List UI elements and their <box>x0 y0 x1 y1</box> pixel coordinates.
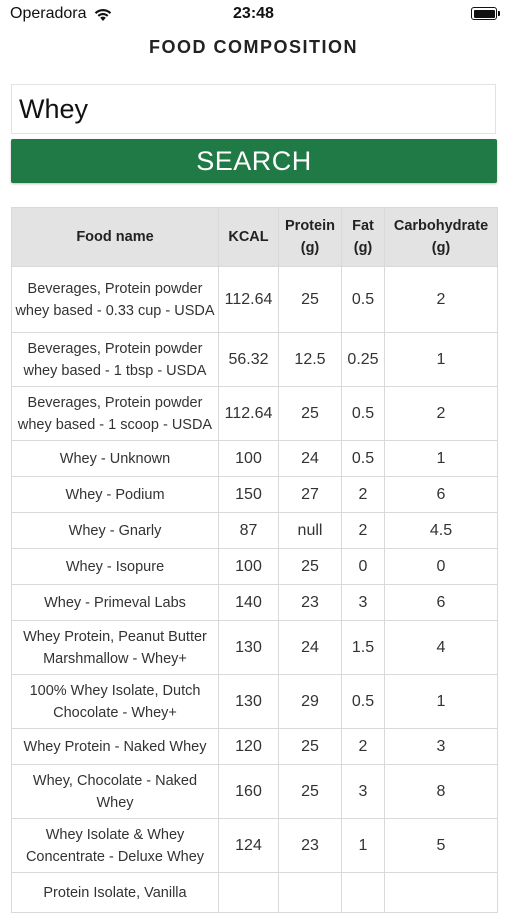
protein-cell: 23 <box>278 584 342 621</box>
protein-cell: null <box>278 512 342 549</box>
fat-cell: 0.5 <box>341 674 385 729</box>
kcal-cell: 112.64 <box>218 266 279 333</box>
protein-cell: 24 <box>278 620 342 675</box>
table-row[interactable]: Beverages, Protein powder whey based - 0… <box>11 266 498 333</box>
kcal-cell: 87 <box>218 512 279 549</box>
food-name-cell: Whey - Primeval Labs <box>11 584 219 621</box>
carbohydrate-cell <box>384 872 498 913</box>
kcal-cell: 160 <box>218 764 279 819</box>
kcal-cell: 100 <box>218 548 279 585</box>
kcal-cell: 120 <box>218 728 279 765</box>
food-name-cell: Whey - Isopure <box>11 548 219 585</box>
fat-cell: 1.5 <box>341 620 385 675</box>
carbohydrate-cell: 6 <box>384 476 498 513</box>
food-name-cell: Whey Isolate & Whey Concentrate - Deluxe… <box>11 818 219 873</box>
food-name-cell: Whey Protein - Naked Whey <box>11 728 219 765</box>
page-title: FOOD COMPOSITION <box>148 37 358 57</box>
food-name-cell: Beverages, Protein powder whey based - 1… <box>11 332 219 387</box>
table-row[interactable]: Whey Protein, Peanut Butter Marshmallow … <box>11 620 498 675</box>
carbohydrate-cell: 6 <box>384 584 498 621</box>
carbohydrate-cell: 1 <box>384 332 498 387</box>
table-row[interactable]: Protein Isolate, Vanilla <box>11 872 498 913</box>
carbohydrate-cell: 1 <box>384 440 498 477</box>
search-input[interactable] <box>11 84 496 134</box>
fat-cell: 2 <box>341 512 385 549</box>
table-row[interactable]: Whey Isolate & Whey Concentrate - Deluxe… <box>11 818 498 873</box>
food-name-cell: Whey - Gnarly <box>11 512 219 549</box>
carbohydrate-cell: 3 <box>384 728 498 765</box>
carbohydrate-cell: 2 <box>384 266 498 333</box>
column-header-fat[interactable]: Fat (g) <box>341 207 385 267</box>
protein-cell: 25 <box>278 728 342 765</box>
carbohydrate-cell: 8 <box>384 764 498 819</box>
column-header-kcal[interactable]: KCAL <box>218 207 279 267</box>
table-row[interactable]: Whey - Primeval Labs 140 23 3 6 <box>11 584 498 621</box>
fat-cell <box>341 872 385 913</box>
protein-cell <box>278 872 342 913</box>
food-name-cell: Whey - Podium <box>11 476 219 513</box>
carbohydrate-cell: 5 <box>384 818 498 873</box>
fat-cell: 3 <box>341 764 385 819</box>
protein-cell: 23 <box>278 818 342 873</box>
carbohydrate-cell: 4.5 <box>384 512 498 549</box>
kcal-cell: 56.32 <box>218 332 279 387</box>
table-row[interactable]: Whey - Unknown 100 24 0.5 1 <box>11 440 498 477</box>
table-row[interactable]: Whey Protein - Naked Whey 120 25 2 3 <box>11 728 498 765</box>
protein-cell: 25 <box>278 266 342 333</box>
fat-cell: 2 <box>341 476 385 513</box>
carbohydrate-cell: 4 <box>384 620 498 675</box>
food-name-cell: Protein Isolate, Vanilla <box>11 872 219 913</box>
status-bar: Operadora 23:48 <box>0 0 507 28</box>
food-name-cell: Beverages, Protein powder whey based - 0… <box>11 266 219 333</box>
table-row[interactable]: Whey, Chocolate - Naked Whey 160 25 3 8 <box>11 764 498 819</box>
status-time: 23:48 <box>233 5 274 22</box>
column-header-carbohydrate[interactable]: Carbohydrate (g) <box>384 207 498 267</box>
column-header-protein[interactable]: Protein (g) <box>278 207 342 267</box>
table-row[interactable]: Whey - Gnarly 87 null 2 4.5 <box>11 512 498 549</box>
table-row[interactable]: 100% Whey Isolate, Dutch Chocolate - Whe… <box>11 674 498 729</box>
search-button[interactable]: SEARCH <box>11 139 497 183</box>
fat-cell: 0.5 <box>341 266 385 333</box>
food-name-cell: 100% Whey Isolate, Dutch Chocolate - Whe… <box>11 674 219 729</box>
fat-cell: 0.25 <box>341 332 385 387</box>
fat-cell: 0.5 <box>341 440 385 477</box>
table-row[interactable]: Whey - Isopure 100 25 0 0 <box>11 548 498 585</box>
food-name-cell: Beverages, Protein powder whey based - 1… <box>11 386 219 441</box>
protein-cell: 27 <box>278 476 342 513</box>
carbohydrate-cell: 1 <box>384 674 498 729</box>
protein-cell: 25 <box>278 548 342 585</box>
results-table: Food name KCAL Protein (g) Fat (g) Carbo… <box>11 207 498 913</box>
protein-cell: 25 <box>278 386 342 441</box>
fat-cell: 1 <box>341 818 385 873</box>
kcal-cell: 140 <box>218 584 279 621</box>
carbohydrate-cell: 2 <box>384 386 498 441</box>
food-name-cell: Whey, Chocolate - Naked Whey <box>11 764 219 819</box>
table-row[interactable]: Whey - Podium 150 27 2 6 <box>11 476 498 513</box>
fat-cell: 0 <box>341 548 385 585</box>
battery-icon <box>471 7 500 20</box>
column-header-food-name[interactable]: Food name <box>11 207 219 267</box>
kcal-cell: 150 <box>218 476 279 513</box>
kcal-cell: 100 <box>218 440 279 477</box>
fat-cell: 2 <box>341 728 385 765</box>
kcal-cell: 130 <box>218 674 279 729</box>
protein-cell: 29 <box>278 674 342 729</box>
table-row[interactable]: Beverages, Protein powder whey based - 1… <box>11 332 498 387</box>
protein-cell: 12.5 <box>278 332 342 387</box>
protein-cell: 24 <box>278 440 342 477</box>
table-row[interactable]: Beverages, Protein powder whey based - 1… <box>11 386 498 441</box>
kcal-cell: 124 <box>218 818 279 873</box>
kcal-cell <box>218 872 279 913</box>
food-name-cell: Whey Protein, Peanut Butter Marshmallow … <box>11 620 219 675</box>
fat-cell: 3 <box>341 584 385 621</box>
food-name-cell: Whey - Unknown <box>11 440 219 477</box>
fat-cell: 0.5 <box>341 386 385 441</box>
kcal-cell: 130 <box>218 620 279 675</box>
kcal-cell: 112.64 <box>218 386 279 441</box>
carbohydrate-cell: 0 <box>384 548 498 585</box>
protein-cell: 25 <box>278 764 342 819</box>
table-header-row: Food name KCAL Protein (g) Fat (g) Carbo… <box>11 207 498 267</box>
